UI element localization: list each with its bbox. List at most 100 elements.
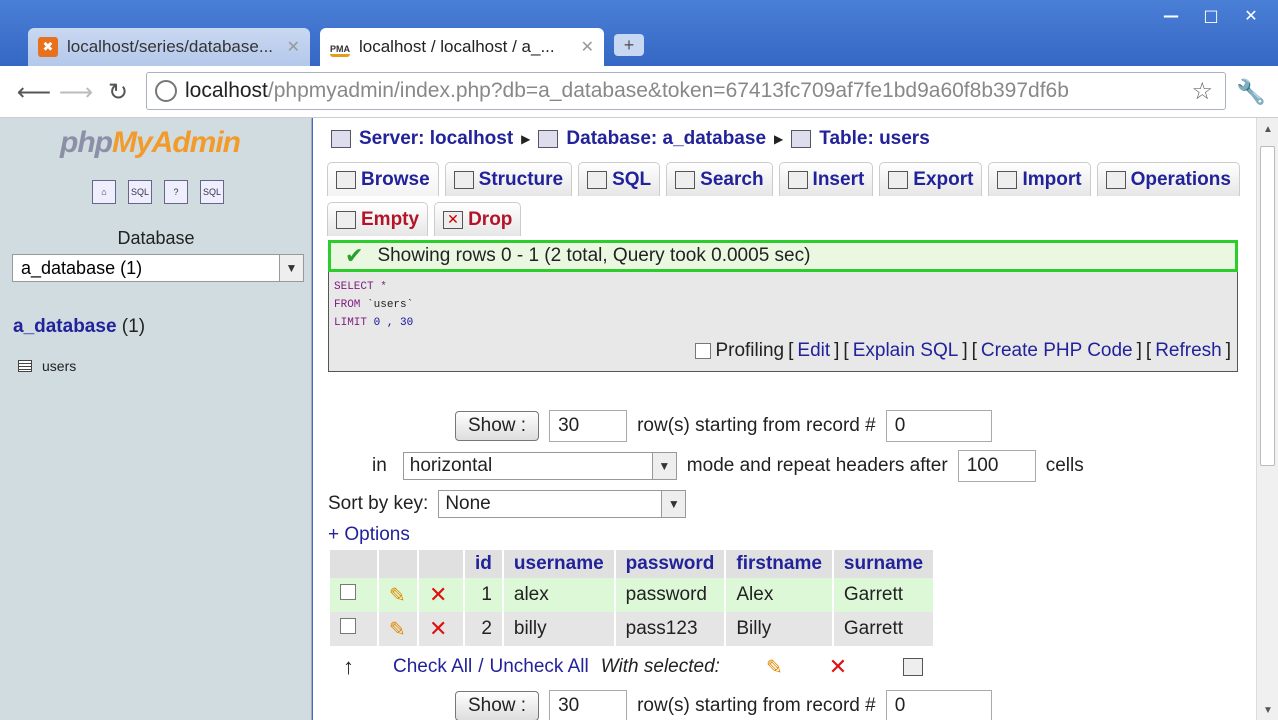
structure-icon [453, 170, 474, 189]
maximize-button[interactable]: □ [1194, 4, 1228, 26]
delete-icon[interactable]: ✕ [829, 654, 847, 680]
row-checkbox[interactable] [340, 584, 356, 600]
sql-query-box: SELECT * FROM `users` LIMIT 0 , 30 Profi… [328, 272, 1238, 372]
edit-pencil-icon[interactable]: ✎ [389, 585, 406, 607]
reload-icon[interactable]: ↻ [102, 76, 134, 108]
insert-icon [787, 170, 808, 189]
scroll-up-icon[interactable]: ▲ [1263, 124, 1273, 135]
new-tab-button[interactable]: + [614, 34, 644, 56]
vertical-scrollbar[interactable]: ▲ ▼ [1256, 118, 1278, 720]
edit-pencil-icon[interactable]: ✎ [766, 655, 783, 680]
delete-icon[interactable]: ✕ [429, 582, 447, 607]
database-link[interactable]: a_database (1) [13, 316, 145, 338]
cell-password: pass123 [614, 612, 727, 646]
left-navigation-frame: phpMyAdmin ⌂ SQL ? SQL Database a_databa… [0, 118, 312, 720]
show-button[interactable]: Show : [455, 691, 540, 720]
check-all-link[interactable]: Check All [393, 656, 472, 678]
sql-icon [587, 170, 608, 189]
page-info-icon[interactable] [155, 80, 177, 102]
column-header[interactable]: firstname [725, 550, 834, 578]
bulk-actions: ↑ Check All / Uncheck All With selected:… [343, 654, 924, 680]
tab-empty[interactable]: Empty [327, 202, 429, 236]
rows-input[interactable]: 30 [549, 690, 628, 720]
repeat-headers-label: mode and repeat headers after [686, 455, 948, 476]
checkmark-icon: ✔ [345, 243, 364, 268]
tab-search[interactable]: Search [666, 162, 773, 196]
empty-icon [336, 210, 356, 229]
column-header[interactable]: username [502, 550, 616, 578]
tab-browse[interactable]: Browse [327, 162, 439, 196]
breadcrumb-database[interactable]: Database: a_database [566, 128, 766, 150]
wrench-menu-icon[interactable]: 🔧 [1236, 78, 1266, 107]
rows-label: row(s) starting from record # [637, 415, 876, 436]
arrow-up-icon: ↑ [343, 654, 354, 679]
tab-title: localhost / localhost / a_... [359, 37, 555, 56]
edit-sql-link[interactable]: Edit [797, 340, 830, 362]
cell-username: billy [502, 612, 616, 646]
home-icon[interactable]: ⌂ [92, 180, 116, 204]
tab-structure[interactable]: Structure [444, 162, 573, 196]
start-record-input[interactable]: 0 [885, 690, 992, 720]
display-mode-select[interactable]: horizontal ▼ [402, 452, 677, 480]
phpmyadmin-logo[interactable]: phpMyAdmin [60, 126, 241, 160]
tab-import[interactable]: Import [988, 162, 1091, 196]
tab-close-icon[interactable]: ✕ [581, 37, 594, 57]
tab-close-icon[interactable]: ✕ [287, 37, 300, 57]
address-bar[interactable]: localhost/phpmyadmin/index.php?db=a_data… [146, 72, 1226, 110]
sort-label: Sort by key: [328, 493, 429, 514]
tab-operations[interactable]: Operations [1096, 162, 1240, 196]
show-button[interactable]: Show : [455, 411, 540, 441]
navigation-form-bottom: Show : 30 row(s) starting from record # … [455, 690, 992, 720]
scroll-down-icon[interactable]: ▼ [1263, 705, 1273, 716]
uncheck-all-link[interactable]: Uncheck All [489, 656, 588, 678]
forward-arrow-icon[interactable]: ⟶ [59, 76, 93, 108]
chevron-down-icon[interactable]: ▼ [279, 255, 303, 281]
repeat-headers-input[interactable]: 100 [957, 450, 1036, 482]
close-window-button[interactable]: ✕ [1234, 4, 1268, 26]
breadcrumb-table[interactable]: Table: users [819, 128, 930, 150]
sql-query-code[interactable]: SELECT * FROM `users` LIMIT 0 , 30 [334, 278, 413, 332]
bookmark-star-icon[interactable]: ☆ [1191, 77, 1213, 106]
back-arrow-icon[interactable]: ⟵ [17, 76, 51, 108]
display-mode-form: in horizontal ▼ mode and repeat headers … [372, 450, 1084, 482]
tab-sql[interactable]: SQL [578, 162, 661, 196]
delete-icon[interactable]: ✕ [429, 616, 447, 641]
cell-surname: Garrett [832, 612, 936, 646]
edit-pencil-icon[interactable]: ✎ [389, 619, 406, 641]
table-icon[interactable] [18, 360, 32, 372]
cell-firstname: Billy [725, 612, 834, 646]
create-php-code-link[interactable]: Create PHP Code [981, 340, 1133, 362]
in-label: in [372, 455, 387, 476]
profiling-checkbox[interactable] [695, 343, 712, 359]
browser-tab-phpmyadmin[interactable]: PMA localhost / localhost / a_... ✕ [320, 28, 604, 66]
scrollbar-thumb[interactable] [1260, 146, 1275, 466]
url-path: /phpmyadmin/index.php?db=a_database&toke… [267, 79, 1069, 102]
start-record-input[interactable]: 0 [885, 410, 992, 442]
tab-insert[interactable]: Insert [778, 162, 874, 196]
column-header[interactable]: id [464, 550, 504, 578]
options-link[interactable]: + Options [328, 524, 410, 546]
cell-username: alex [502, 578, 616, 612]
tab-export[interactable]: Export [879, 162, 983, 196]
browser-tab-series[interactable]: ✖ localhost/series/database... ✕ [28, 28, 310, 66]
breadcrumb-server[interactable]: Server: localhost [359, 128, 513, 150]
table-link-users[interactable]: users [18, 358, 76, 374]
minimize-button[interactable]: — [1154, 4, 1188, 26]
column-header[interactable]: password [614, 550, 727, 578]
export-icon[interactable] [903, 658, 924, 676]
column-header[interactable]: surname [832, 550, 936, 578]
help-icon[interactable]: ? [164, 180, 188, 204]
tab-drop[interactable]: Drop [434, 202, 522, 236]
rows-input[interactable]: 30 [549, 410, 628, 442]
chevron-down-icon[interactable]: ▼ [661, 491, 686, 517]
row-checkbox[interactable] [340, 618, 356, 634]
sort-key-select[interactable]: None ▼ [438, 490, 687, 518]
import-icon [997, 170, 1018, 189]
drop-icon [443, 210, 464, 229]
query-window-icon[interactable]: SQL [200, 180, 224, 204]
sql-query-icon[interactable]: SQL [128, 180, 152, 204]
refresh-link[interactable]: Refresh [1155, 340, 1222, 362]
explain-sql-link[interactable]: Explain SQL [853, 340, 959, 362]
database-select[interactable]: a_database (1) ▼ [12, 254, 304, 282]
chevron-down-icon[interactable]: ▼ [651, 453, 676, 479]
